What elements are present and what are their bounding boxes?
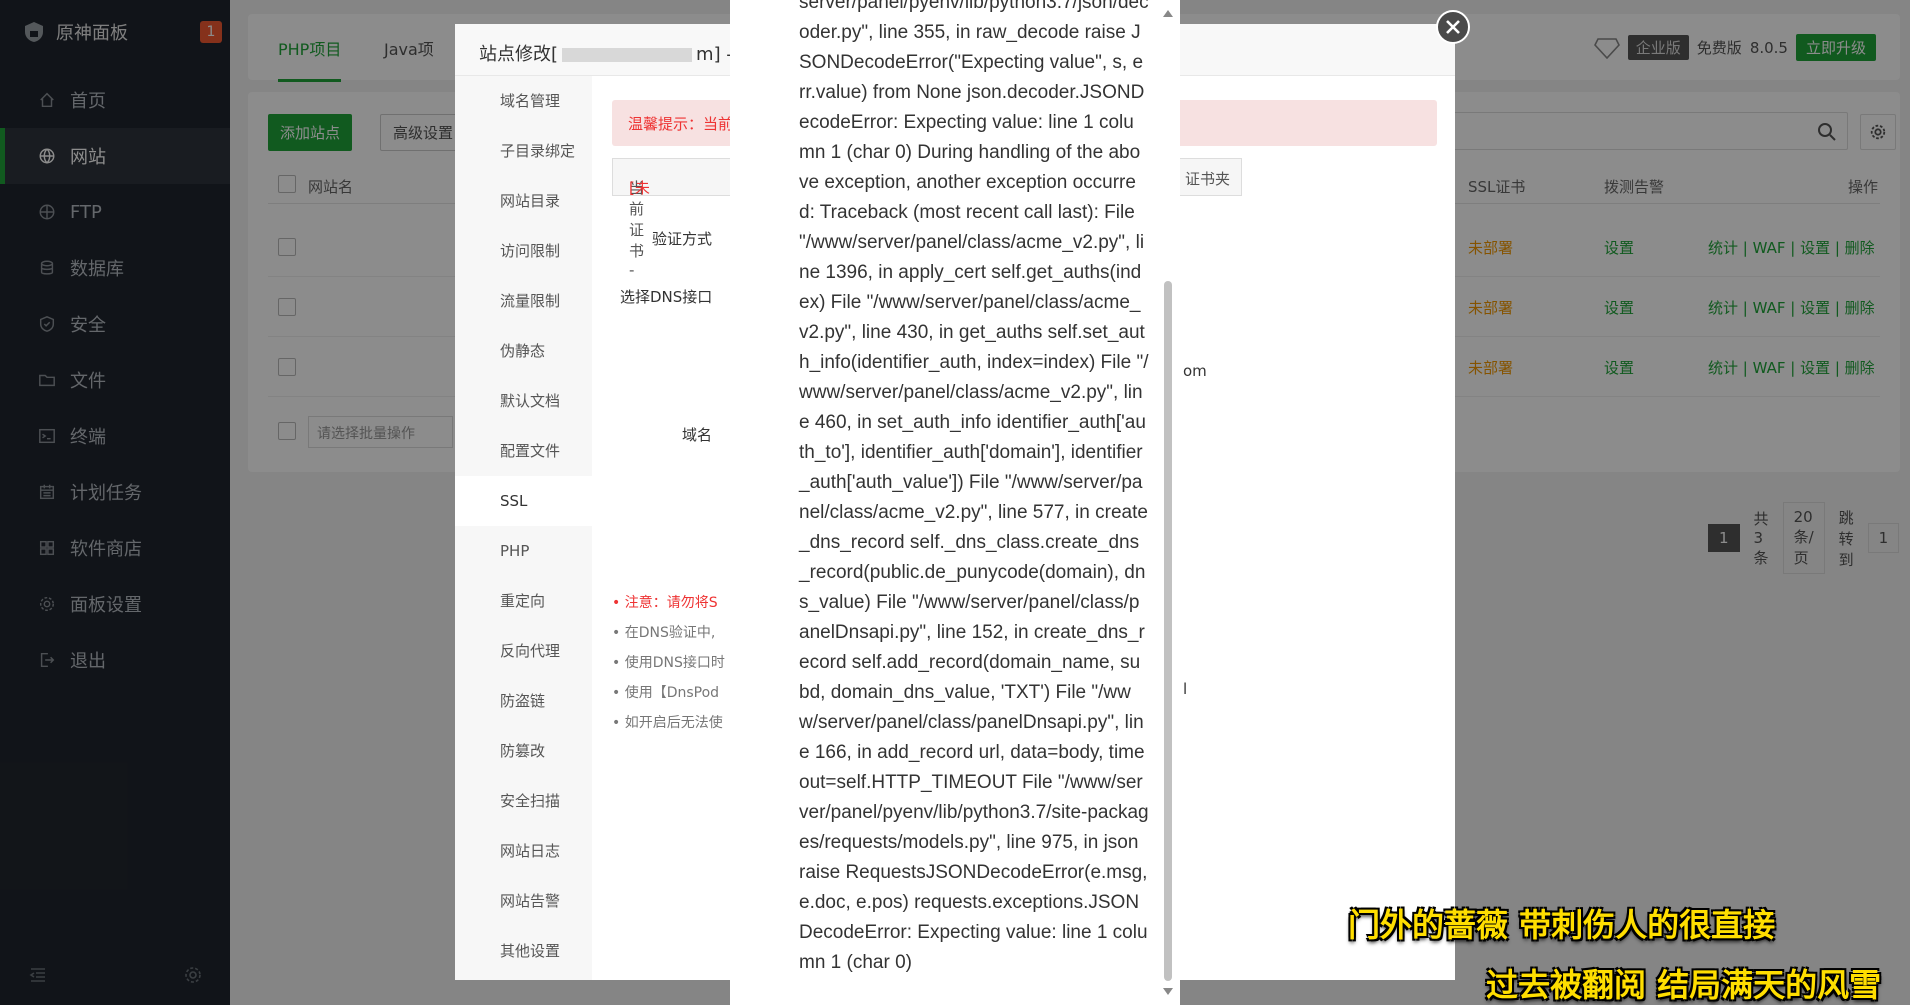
menu-item-default-doc[interactable]: 默认文档: [455, 376, 592, 426]
note-item: • 在DNS验证中,: [612, 625, 716, 641]
error-traceback-text: server/panel/pyenv/lib/python3.7/json/de…: [799, 0, 1149, 973]
menu-item-site-dir[interactable]: 网站目录: [455, 176, 592, 226]
dns-interface-label: 选择DNS接口: [620, 288, 713, 306]
note-item: • 如开启后无法使: [612, 715, 723, 731]
tab-current-cert-status: [未: [629, 179, 650, 197]
menu-item-ssl[interactable]: SSL: [455, 476, 592, 526]
scroll-up-arrow[interactable]: [1163, 10, 1173, 17]
dialog-menu: 域名管理 子目录绑定 网站目录 访问限制 流量限制 伪静态 默认文档 配置文件 …: [455, 76, 592, 980]
menu-item-site-alert[interactable]: 网站告警: [455, 876, 592, 926]
menu-item-rewrite[interactable]: 伪静态: [455, 326, 592, 376]
ssl-notes: • 注意：请勿将S • 在DNS验证中, • 使用DNS接口时 • 使用【Dns…: [612, 592, 725, 742]
scroll-down-arrow[interactable]: [1163, 988, 1173, 995]
note-item: • 使用DNS接口时: [612, 655, 725, 671]
scroll-thumb[interactable]: [1164, 281, 1172, 981]
menu-item-tamper-proof[interactable]: 防篡改: [455, 726, 592, 776]
close-dialog-button[interactable]: [1436, 10, 1470, 44]
domain-label: 域名: [682, 426, 713, 444]
error-scrollbar[interactable]: [1162, 6, 1174, 999]
menu-item-redirect[interactable]: 重定向: [455, 576, 592, 626]
menu-item-php[interactable]: PHP: [455, 526, 592, 576]
note-item: • 使用【DnsPod: [612, 685, 720, 701]
menu-item-access-limit[interactable]: 访问限制: [455, 226, 592, 276]
video-subtitle-line-2: 过去被翻阅 结局满天的风雪: [1486, 966, 1882, 1004]
tab-cert-folder[interactable]: 证书夹: [1185, 168, 1230, 189]
menu-item-security-scan[interactable]: 安全扫描: [455, 776, 592, 826]
menu-item-config[interactable]: 配置文件: [455, 426, 592, 476]
dialog-title-prefix: 站点修改[: [479, 44, 559, 65]
menu-item-other[interactable]: 其他设置: [455, 926, 592, 976]
verify-method-label: 验证方式: [652, 230, 713, 248]
close-icon: [1446, 20, 1460, 34]
menu-item-site-log[interactable]: 网站日志: [455, 826, 592, 876]
menu-item-subdir[interactable]: 子目录绑定: [455, 126, 592, 176]
note-item: • 注意：请勿将S: [612, 595, 718, 611]
menu-item-domain[interactable]: 域名管理: [455, 76, 592, 126]
note-partial-text: l: [1183, 680, 1188, 698]
error-message-popup: server/panel/pyenv/lib/python3.7/json/de…: [730, 0, 1180, 1005]
video-subtitle-line-1: 门外的蔷薇 带刺伤人的很直接: [1348, 906, 1776, 944]
menu-item-reverse-proxy[interactable]: 反向代理: [455, 626, 592, 676]
menu-item-traffic-limit[interactable]: 流量限制: [455, 276, 592, 326]
redacted-domain: [562, 48, 693, 62]
menu-item-hotlink[interactable]: 防盗链: [455, 676, 592, 726]
domain-partial-text: om: [1183, 362, 1207, 380]
